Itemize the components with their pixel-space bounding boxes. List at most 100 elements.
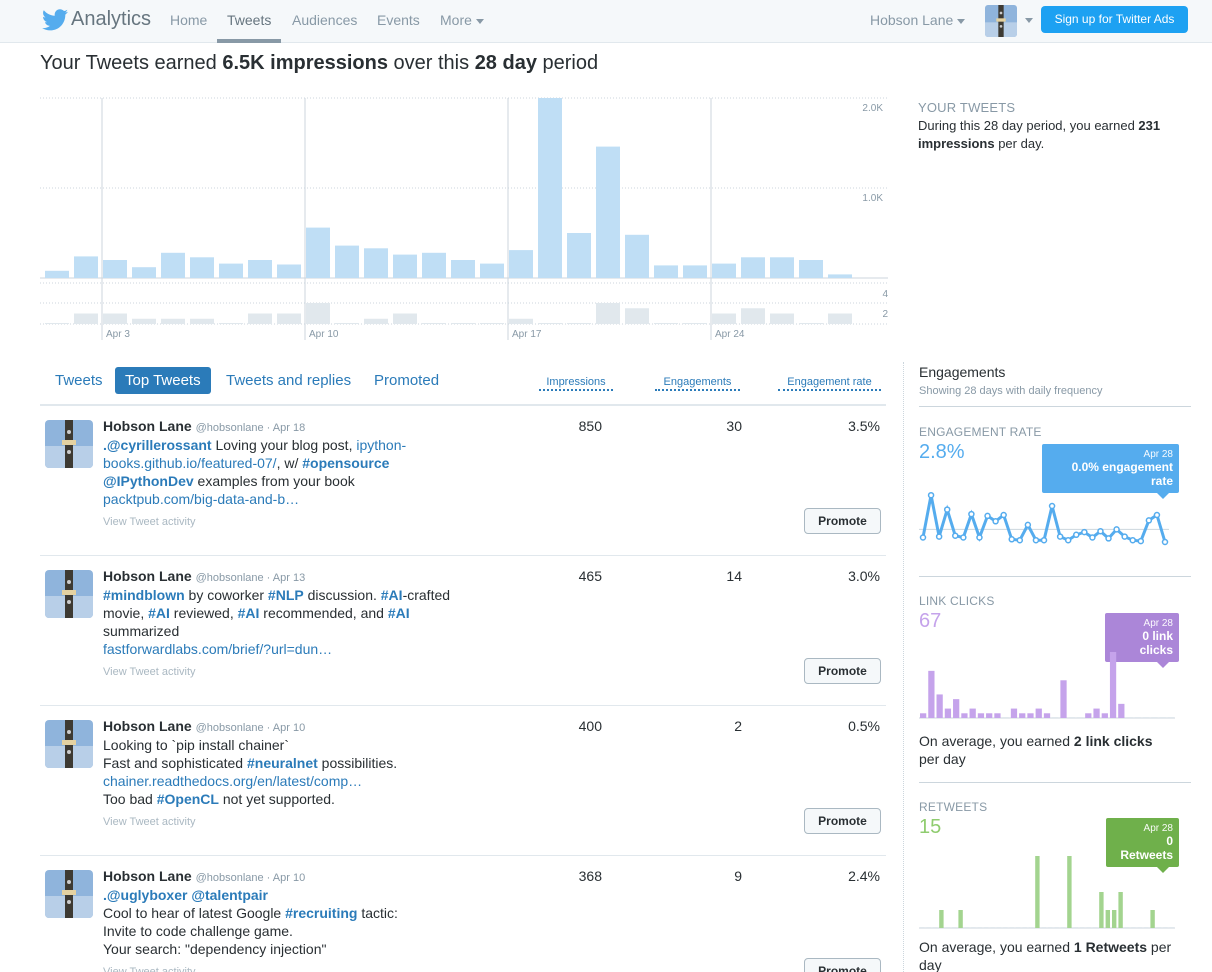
y-tick-label: 2 [882, 309, 888, 320]
view-tweet-activity-link[interactable]: View Tweet activity [103, 966, 196, 972]
tweet-row[interactable]: Hobson Lane @hobsonlane · Apr 10 .@uglybo… [40, 856, 886, 972]
nav-events[interactable]: Events [377, 12, 420, 28]
impressions-chart: Apr 3 Apr 10 Apr 17 Apr 24 2.0K 1.0K 4 2 [40, 97, 888, 340]
tweet-author[interactable]: Hobson Lane @hobsonlane · Apr 10 [103, 718, 305, 734]
tweet-author[interactable]: Hobson Lane @hobsonlane · Apr 13 [103, 568, 305, 584]
engagements-bar [277, 313, 301, 324]
tweet-link[interactable]: chainer.readthedocs.org/en/latest/comp… [103, 773, 362, 789]
avatar[interactable] [985, 5, 1017, 37]
author-name: Hobson Lane [103, 868, 192, 884]
tweet-line: fastforwardlabs.com/brief/?url=dun… [103, 640, 503, 658]
nav-more[interactable]: More [440, 12, 484, 28]
tab-tweets[interactable]: Tweets [45, 367, 113, 394]
link-clicks-average: On average, you earned 2 link clicks per… [919, 732, 1189, 768]
tweet-row[interactable]: Hobson Lane @hobsonlane · Apr 18 .@cyrill… [40, 406, 886, 556]
rate-point [1089, 534, 1096, 541]
avg-prefix: On average, you earned [919, 939, 1074, 955]
engagements-bar [770, 313, 794, 324]
link-clicks-label: LINK CLICKS [919, 594, 995, 608]
engagements-bar [248, 313, 272, 324]
promote-button[interactable]: Promote [804, 808, 881, 834]
avatar[interactable] [45, 720, 93, 768]
impressions-bar [393, 254, 417, 278]
view-tweet-activity-link[interactable]: View Tweet activity [103, 666, 196, 678]
sign-up-ads-button[interactable]: Sign up for Twitter Ads [1041, 6, 1188, 33]
mention-or-hashtag[interactable]: .@uglyboxer @talentpair [103, 887, 268, 903]
nav-home[interactable]: Home [170, 12, 207, 28]
mention-or-hashtag[interactable]: #OpenCL [157, 791, 219, 807]
zero-bar [996, 927, 1002, 928]
column-engagements[interactable]: Engagements [655, 376, 740, 391]
tweet-text-segment: movie, [103, 605, 149, 621]
engagements-bar [364, 318, 388, 324]
headline-prefix: Your Tweets earned [40, 52, 223, 74]
tweet-text-segment: reviewed, [169, 605, 238, 621]
page-title: Your Tweets earned 6.5K impressions over… [40, 52, 598, 75]
column-engagement-rate[interactable]: Engagement rate [778, 376, 881, 391]
rate-point [1048, 502, 1056, 510]
impressions-count: 850 [578, 418, 602, 434]
tab-promoted[interactable]: Promoted [364, 367, 449, 394]
rate-point [1032, 536, 1040, 544]
column-impressions[interactable]: Impressions [539, 376, 613, 391]
rate-point [984, 512, 991, 520]
nav-audiences[interactable]: Audiences [292, 12, 357, 28]
mention-or-hashtag[interactable]: @IPythonDev [103, 473, 194, 489]
tweet-row[interactable]: Hobson Lane @hobsonlane · Apr 10 Looking … [40, 706, 886, 856]
x-tick-label: Apr 10 [309, 329, 339, 340]
nav-tweets[interactable]: Tweets [227, 12, 271, 28]
rate-point [943, 506, 951, 513]
headline-period: 28 day [474, 52, 537, 74]
chevron-down-icon[interactable] [1025, 18, 1033, 23]
nav-more-label: More [440, 12, 472, 28]
tweet-link[interactable]: ipython- [356, 437, 406, 453]
tab-tweets-and-replies[interactable]: Tweets and replies [216, 367, 361, 394]
tweet-author[interactable]: Hobson Lane @hobsonlane · Apr 10 [103, 868, 305, 884]
tweet-line: Invite to code challenge game. [103, 922, 503, 940]
avatar[interactable] [45, 870, 93, 918]
rate-point [1113, 526, 1120, 533]
tweet-link[interactable]: books.github.io/featured-07/ [103, 455, 277, 471]
tweet-row[interactable]: Hobson Lane @hobsonlane · Apr 13 #mindblo… [40, 556, 886, 706]
avg-value: 2 link clicks [1073, 733, 1153, 749]
engagements-bar [741, 308, 765, 324]
promote-button[interactable]: Promote [804, 508, 881, 534]
brand-title[interactable]: Analytics [71, 8, 151, 31]
value-bar [936, 694, 943, 718]
mention-or-hashtag[interactable]: #opensource [302, 455, 389, 471]
promote-button[interactable]: Promote [804, 958, 881, 972]
rate-point [1105, 535, 1112, 542]
tweet-text-segment: by coworker [184, 587, 268, 603]
chevron-down-icon [475, 18, 484, 24]
tweet-author[interactable]: Hobson Lane @hobsonlane · Apr 18 [103, 418, 305, 434]
mention-or-hashtag[interactable]: #NLP [268, 587, 304, 603]
view-tweet-activity-link[interactable]: View Tweet activity [103, 516, 196, 528]
tweet-link[interactable]: fastforwardlabs.com/brief/?url=dun… [103, 641, 332, 657]
engagements-bar [712, 313, 736, 324]
avatar[interactable] [45, 420, 93, 468]
tab-top-tweets[interactable]: Top Tweets [115, 367, 211, 394]
zero-bar [945, 927, 950, 928]
rate-line [921, 494, 1167, 543]
user-menu[interactable]: Hobson Lane [870, 12, 966, 28]
active-nav-indicator [217, 39, 281, 43]
mention-or-hashtag[interactable]: #AI [388, 605, 410, 621]
mention-or-hashtag[interactable]: #AI [148, 605, 170, 621]
avatar[interactable] [45, 570, 93, 618]
y-tick-label: 4 [882, 289, 888, 300]
mention-or-hashtag[interactable]: #neuralnet [247, 755, 318, 771]
mention-or-hashtag[interactable]: #AI [238, 605, 260, 621]
tweet-line: chainer.readthedocs.org/en/latest/comp… [103, 772, 503, 790]
mention-or-hashtag[interactable]: #AI [381, 587, 403, 603]
mention-or-hashtag[interactable]: #mindblown [103, 587, 185, 603]
twitter-bird-icon[interactable] [42, 9, 68, 31]
tweet-text-segment: Cool to hear of latest Google [103, 905, 286, 921]
engagements-bar [480, 323, 504, 324]
tweet-link[interactable]: packtpub.com/big-data-and-b… [103, 491, 299, 507]
retweets-average: On average, you earned 1 Retweets per da… [919, 938, 1189, 972]
engagements-title: Engagements [919, 364, 1006, 380]
mention-or-hashtag[interactable]: #recruiting [285, 905, 357, 921]
promote-button[interactable]: Promote [804, 658, 881, 684]
view-tweet-activity-link[interactable]: View Tweet activity [103, 816, 196, 828]
mention-or-hashtag[interactable]: .@cyrillerossant [103, 437, 212, 453]
